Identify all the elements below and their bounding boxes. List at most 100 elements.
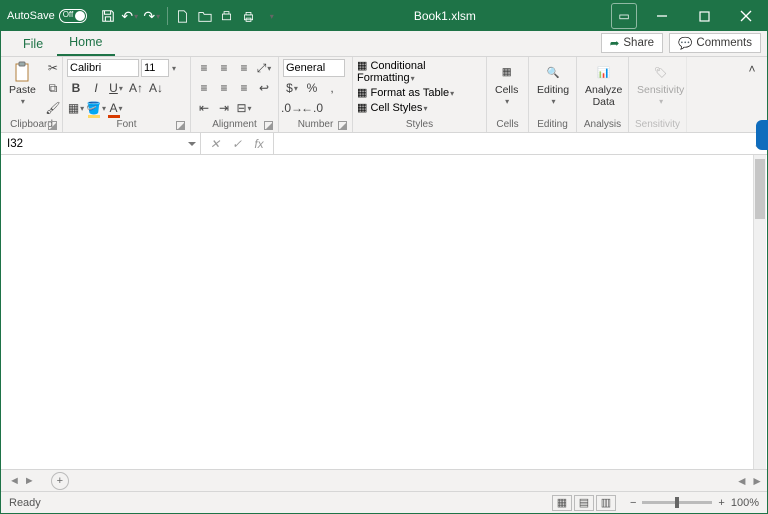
share-icon: ➦ xyxy=(610,36,620,50)
print-icon[interactable] xyxy=(242,9,256,23)
cells-button[interactable]: ▦Cells▾ xyxy=(491,59,522,108)
maximize-button[interactable] xyxy=(683,1,725,31)
ribbon-display-icon[interactable]: ▭ xyxy=(611,3,637,29)
new-file-icon[interactable] xyxy=(176,9,190,23)
sensitivity-button: 🏷Sensitivity▾ xyxy=(633,59,688,108)
cell-styles-button[interactable]: ▦ Cell Styles▾ xyxy=(357,101,427,114)
group-font: ▾ B I U▾ A↑ A↓ ▦▾ 🪣▾ A▾ Font xyxy=(63,57,191,132)
align-bottom-icon[interactable]: ≡ xyxy=(235,59,253,77)
paste-button[interactable]: Paste▾ xyxy=(5,59,40,108)
comments-button[interactable]: 💬Comments xyxy=(669,33,761,53)
increase-indent-icon[interactable]: ⇥ xyxy=(215,99,233,117)
new-sheet-button[interactable]: + xyxy=(51,472,69,490)
titlebar: AutoSave Off ↶▾ ↷▾ ▾ Book1.xlsm ▭ xyxy=(1,1,767,31)
save-icon[interactable] xyxy=(101,9,115,23)
borders-icon[interactable]: ▦▾ xyxy=(67,99,85,117)
format-painter-icon[interactable]: 🖌 xyxy=(44,99,62,117)
hscroll-left-icon[interactable]: ◄ xyxy=(736,474,748,488)
dialog-launcher-icon[interactable] xyxy=(338,121,347,130)
format-table-button[interactable]: ▦ Format as Table▾ xyxy=(357,86,454,99)
align-top-icon[interactable]: ≡ xyxy=(195,59,213,77)
italic-button[interactable]: I xyxy=(87,79,105,97)
find-icon: 🔍 xyxy=(542,61,564,83)
number-format-select[interactable] xyxy=(283,59,345,77)
qat-customize-icon[interactable]: ▾ xyxy=(265,9,279,23)
zoom-slider[interactable] xyxy=(642,501,712,504)
formula-input[interactable] xyxy=(274,133,751,154)
print-preview-icon[interactable] xyxy=(220,9,234,23)
zoom-level[interactable]: 100% xyxy=(731,497,759,509)
orientation-icon[interactable]: ⤢▾ xyxy=(255,59,273,77)
zoom-out-button[interactable]: − xyxy=(630,497,636,509)
fx-icon[interactable]: fx xyxy=(249,137,269,151)
dialog-launcher-icon[interactable] xyxy=(264,121,273,130)
merge-icon[interactable]: ⊟▾ xyxy=(235,99,253,117)
vertical-scrollbar[interactable] xyxy=(753,155,766,469)
group-styles: ▦ Conditional Formatting▾ ▦ Format as Ta… xyxy=(353,57,487,132)
comma-icon[interactable]: , xyxy=(323,79,341,97)
sheet-next-icon[interactable]: ► xyxy=(24,475,35,487)
enter-icon[interactable]: ✓ xyxy=(227,137,247,151)
align-middle-icon[interactable]: ≡ xyxy=(215,59,233,77)
excel-window: AutoSave Off ↶▾ ↷▾ ▾ Book1.xlsm ▭ F xyxy=(0,0,768,514)
sheet-prev-icon[interactable]: ◄ xyxy=(9,475,20,487)
underline-button[interactable]: U▾ xyxy=(107,79,125,97)
table-icon: ▦ xyxy=(357,87,367,99)
autosave-label: AutoSave xyxy=(7,10,55,22)
fill-color-icon[interactable]: 🪣▾ xyxy=(87,99,105,117)
open-icon[interactable] xyxy=(198,9,212,23)
quick-access-toolbar: ↶▾ ↷▾ ▾ xyxy=(101,7,279,25)
normal-view-icon[interactable]: ▦ xyxy=(552,495,572,511)
font-name-select[interactable] xyxy=(67,59,139,77)
name-box[interactable]: I32 xyxy=(1,133,201,154)
copy-icon[interactable]: ⧉ xyxy=(44,79,62,97)
font-color-icon[interactable]: A▾ xyxy=(107,99,125,117)
decrease-decimal-icon[interactable]: ←.0 xyxy=(303,99,321,117)
hscroll-right-icon[interactable]: ► xyxy=(751,474,763,488)
share-button[interactable]: ➦Share xyxy=(601,33,663,53)
page-break-icon[interactable]: ▥ xyxy=(596,495,616,511)
zoom-in-button[interactable]: + xyxy=(718,497,724,509)
comment-icon: 💬 xyxy=(678,36,692,50)
tab-home[interactable]: Home xyxy=(57,31,114,56)
undo-icon[interactable]: ↶▾ xyxy=(123,9,137,23)
increase-decimal-icon[interactable]: .0→ xyxy=(283,99,301,117)
autosave-toggle[interactable]: AutoSave Off xyxy=(7,9,87,23)
group-cells: ▦Cells▾ Cells xyxy=(487,57,529,132)
tab-file[interactable]: File xyxy=(11,33,55,56)
redo-icon[interactable]: ↷▾ xyxy=(145,9,159,23)
page-layout-icon[interactable]: ▤ xyxy=(574,495,594,511)
font-size-select[interactable] xyxy=(141,59,169,77)
sensitivity-icon: 🏷 xyxy=(650,61,672,83)
toggle-off-icon: Off xyxy=(59,9,87,23)
align-right-icon[interactable]: ≡ xyxy=(235,79,253,97)
minimize-button[interactable] xyxy=(641,1,683,31)
dialog-launcher-icon[interactable] xyxy=(176,121,185,130)
cancel-icon[interactable]: ✕ xyxy=(205,137,225,151)
align-left-icon[interactable]: ≡ xyxy=(195,79,213,97)
cut-icon[interactable]: ✂ xyxy=(44,59,62,77)
dialog-launcher-icon[interactable] xyxy=(48,121,57,130)
close-button[interactable] xyxy=(725,1,767,31)
ribbon-tabstrip: File Home ➦Share 💬Comments xyxy=(1,31,767,57)
percent-icon[interactable]: % xyxy=(303,79,321,97)
conditional-formatting-button[interactable]: ▦ Conditional Formatting▾ xyxy=(357,59,482,84)
analyze-data-button[interactable]: 📊Analyze Data xyxy=(581,59,626,110)
editing-button[interactable]: 🔍Editing▾ xyxy=(533,59,573,108)
cell-styles-icon: ▦ xyxy=(357,102,367,114)
ribbon: Paste▾ ✂ ⧉ 🖌 Clipboard ▾ B I xyxy=(1,57,767,133)
accounting-icon[interactable]: $▾ xyxy=(283,79,301,97)
bold-button[interactable]: B xyxy=(67,79,85,97)
side-handle-icon[interactable] xyxy=(756,120,768,150)
wrap-text-icon[interactable]: ↩ xyxy=(255,79,273,97)
increase-font-icon[interactable]: A↑ xyxy=(127,79,145,97)
group-alignment: ≡≡≡⤢▾ ≡≡≡↩ ⇤⇥⊟▾ Alignment xyxy=(191,57,279,132)
status-ready: Ready xyxy=(9,497,41,509)
decrease-font-icon[interactable]: A↓ xyxy=(147,79,165,97)
align-center-icon[interactable]: ≡ xyxy=(215,79,233,97)
cells-icon: ▦ xyxy=(496,61,518,83)
worksheet-grid[interactable] xyxy=(1,155,767,469)
collapse-ribbon-icon[interactable]: ˄ xyxy=(743,60,761,78)
group-clipboard: Paste▾ ✂ ⧉ 🖌 Clipboard xyxy=(1,57,63,132)
decrease-indent-icon[interactable]: ⇤ xyxy=(195,99,213,117)
